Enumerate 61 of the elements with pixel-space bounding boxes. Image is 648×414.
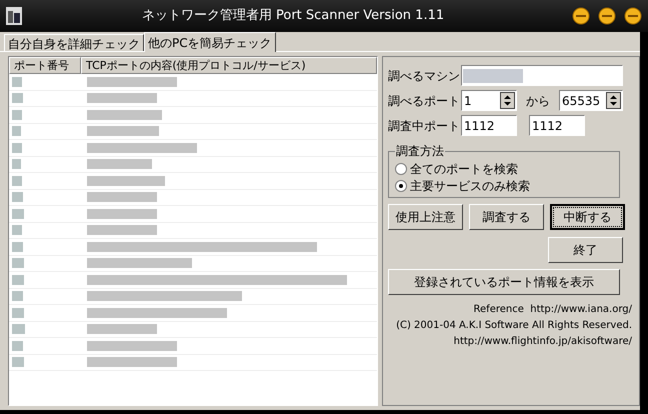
blurred-text (12, 242, 23, 252)
radio-label: 主要サービスのみ検索 (410, 178, 530, 194)
button[interactable]: 終了 (548, 237, 623, 263)
blurred-text (12, 142, 22, 153)
blurred-text (12, 126, 22, 136)
blurred-text (12, 192, 23, 202)
number-spinner[interactable]: 65535 (559, 90, 623, 111)
footer-text: http://www.flightinfo.jp/akisoftware/ (454, 335, 632, 349)
blurred-text (87, 93, 157, 104)
blurred-text (12, 110, 22, 120)
radio-icon[interactable] (395, 180, 407, 192)
current-port-field[interactable]: 1112 (529, 115, 585, 136)
button[interactable]: 調査する (469, 204, 544, 230)
tab[interactable]: 他のPCを簡易チェック (144, 32, 276, 52)
app-icon (6, 7, 22, 25)
blurred-text (87, 159, 152, 170)
tab[interactable]: 自分自身を詳細チェック (4, 34, 144, 51)
blurred-text (87, 208, 157, 219)
window-title: ネットワーク管理者用 Port Scanner Version 1.11 (140, 7, 446, 26)
current-port-field[interactable]: 1112 (461, 115, 517, 136)
blurred-text (87, 324, 157, 334)
blurred-text (87, 225, 157, 236)
up-down-arrows-icon[interactable] (500, 92, 515, 109)
button[interactable]: 使用上注意 (388, 204, 463, 230)
number-spinner[interactable]: 1 (461, 90, 517, 111)
blurred-text (463, 68, 523, 82)
footer-text: (C) 2001-04 A.K.I Software All Rights Reserved. (396, 319, 632, 333)
blurred-text (12, 93, 23, 104)
blurred-text (12, 258, 24, 268)
machine-field[interactable] (461, 65, 623, 86)
blurred-text (12, 291, 23, 302)
blurred-text (87, 192, 157, 202)
field-label: 調べるポート (388, 92, 458, 110)
blurred-text (12, 357, 24, 368)
blurred-text (12, 176, 22, 186)
column-header[interactable]: ポート番号 (9, 57, 81, 74)
blurred-text (12, 76, 22, 87)
window-control-icon[interactable] (598, 7, 616, 25)
window-control-icon[interactable] (572, 7, 590, 25)
radio-option[interactable]: 主要サービスのみ検索 (395, 177, 613, 194)
button[interactable]: 登録されているポート情報を表示 (388, 269, 620, 295)
field-label: 調べるマシン (388, 68, 458, 84)
button[interactable]: 中断する (550, 204, 625, 230)
column-header[interactable]: TCPポートの内容(使用プロトコル/サービス) (81, 57, 377, 74)
up-down-arrows-icon[interactable] (606, 92, 621, 109)
group-title: 調査方法 (395, 143, 445, 160)
radio-icon[interactable] (395, 162, 407, 174)
footer-text: Reference http://www.iana.org/ (474, 303, 632, 317)
blurred-text (12, 208, 24, 219)
blurred-text (87, 126, 159, 136)
blurred-text (12, 324, 25, 334)
blurred-text (12, 340, 23, 351)
window-control-icon[interactable] (624, 7, 642, 25)
radio-option[interactable]: 全てのポートを検索 (395, 160, 613, 177)
blurred-text (12, 274, 24, 285)
blurred-text (12, 308, 24, 318)
range-separator: から (525, 92, 551, 110)
blurred-text (12, 225, 22, 236)
blurred-text (12, 159, 22, 170)
field-label: 調査中ポート (388, 118, 458, 134)
radio-label: 全てのポートを検索 (410, 160, 518, 178)
